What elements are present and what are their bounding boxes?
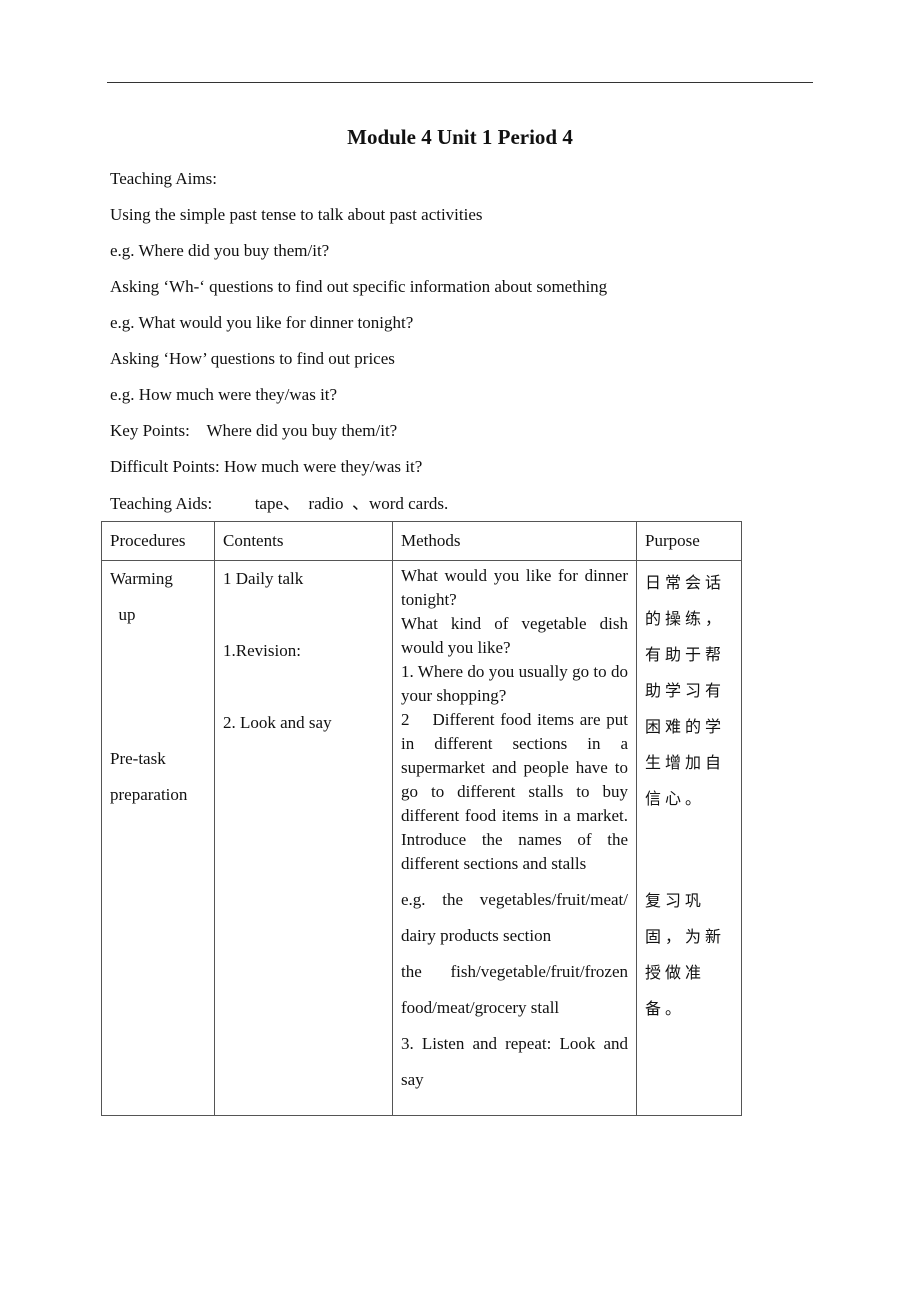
header-methods: Methods [392, 521, 637, 561]
page-title: Module 4 Unit 1 Period 4 [347, 125, 573, 149]
procedure-text: Warming [110, 569, 173, 588]
key-points: Key Points: Where did you buy them/it? [110, 421, 398, 440]
aim-line: Asking ‘Wh-‘ questions to find out speci… [110, 277, 608, 296]
method-text: 1. Where do you usually go to do your sh… [401, 662, 628, 705]
aim-line: e.g. What would you like for dinner toni… [110, 313, 414, 332]
teaching-aims-label: Teaching Aims: [110, 169, 217, 188]
teaching-aids: Teaching Aids: tape、 radio 、word cards. [110, 494, 449, 513]
method-text: 3. Listen and repeat: Look and say [401, 1034, 628, 1089]
aim-line: e.g. How much were they/was it? [110, 385, 338, 404]
method-text: e.g. the vegetables/fruit/meat/ dairy pr… [401, 890, 628, 945]
purpose-text: 复习巩固，为新授做准备。 [645, 891, 726, 1018]
methods-cell: What would you like for dinner tonight? … [392, 560, 637, 1116]
procedure-text: up [110, 605, 136, 624]
table-header-row: Procedures Contents Methods Purpose [101, 521, 742, 561]
content-text: 2. Look and say [223, 713, 332, 732]
method-text: What kind of vegetable dish would you li… [401, 614, 628, 657]
aim-line: Using the simple past tense to talk abou… [110, 205, 483, 224]
procedure-text: Pre-task [110, 749, 166, 768]
difficult-points: Difficult Points: How much were they/was… [110, 457, 423, 476]
header-purpose: Purpose [636, 521, 742, 561]
header-procedures: Procedures [101, 521, 215, 561]
header-rule [107, 82, 813, 83]
aim-line: e.g. Where did you buy them/it? [110, 241, 330, 260]
content-text: 1.Revision: [223, 641, 301, 660]
method-text: What would you like for dinner tonight? [401, 566, 628, 609]
contents-cell: 1 Daily talk 1.Revision: 2. Look and say [214, 560, 393, 1116]
table-row: Warming up Pre-task preparation 1 Daily … [101, 560, 742, 1116]
procedure-text: preparation [110, 785, 188, 804]
procedures-cell: Warming up Pre-task preparation [101, 560, 215, 1116]
method-text: 2 Different food items are put in differ… [401, 710, 633, 873]
purpose-text: 日常会话的操练，有助于帮助学习有困难的学生增加自信心。 [645, 573, 726, 808]
method-text: the fish/vegetable/fruit/frozen food/mea… [401, 962, 628, 1017]
lesson-plan-table: Procedures Contents Methods Purpose Warm… [101, 521, 742, 1116]
aim-line: Asking ‘How’ questions to find out price… [110, 349, 395, 368]
purpose-cell: 日常会话的操练，有助于帮助学习有困难的学生增加自信心。 复习巩固，为新授做准备。 [636, 560, 742, 1116]
header-contents: Contents [214, 521, 393, 561]
content-text: 1 Daily talk [223, 569, 304, 588]
